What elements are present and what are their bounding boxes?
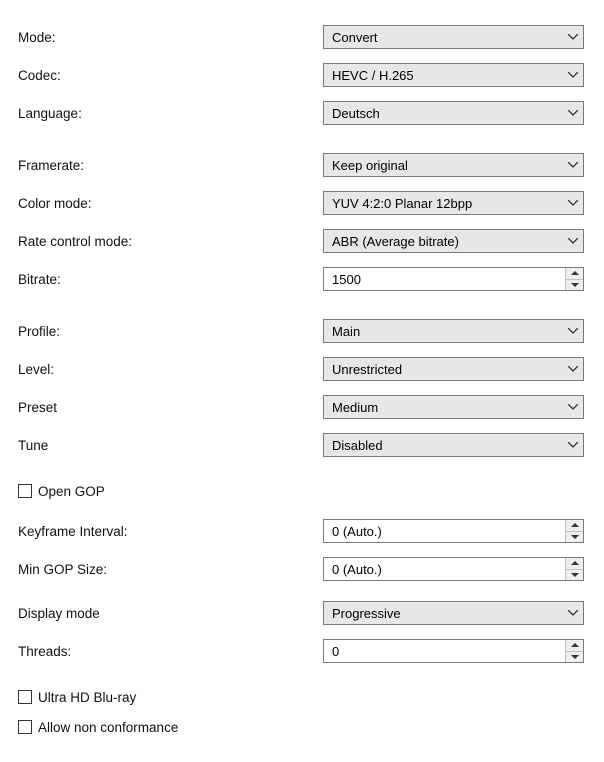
chevron-down-icon	[563, 34, 583, 40]
spin-down-button[interactable]	[566, 652, 583, 663]
chevron-down-icon	[563, 366, 583, 372]
spin-down-button[interactable]	[566, 570, 583, 581]
label-language: Language:	[18, 106, 323, 121]
label-nonconf: Allow non conformance	[38, 720, 178, 735]
label-bitrate: Bitrate:	[18, 272, 323, 287]
select-preset-value: Medium	[324, 400, 563, 415]
row-preset: Preset Medium	[18, 388, 584, 426]
spin-keyframe-buttons	[565, 520, 583, 542]
row-level: Level: Unrestricted	[18, 350, 584, 388]
settings-form: Mode: Convert Codec: HEVC / H.265 Langua…	[0, 0, 604, 762]
spin-threads-buttons	[565, 640, 583, 662]
row-bitrate: Bitrate: 1500	[18, 260, 584, 298]
row-colormode: Color mode: YUV 4:2:0 Planar 12bpp	[18, 184, 584, 222]
label-colormode: Color mode:	[18, 196, 323, 211]
select-colormode[interactable]: YUV 4:2:0 Planar 12bpp	[323, 191, 584, 215]
label-ratecontrol: Rate control mode:	[18, 234, 323, 249]
checkbox-nonconf[interactable]	[18, 720, 32, 734]
row-codec: Codec: HEVC / H.265	[18, 56, 584, 94]
spin-up-button[interactable]	[566, 558, 583, 570]
chevron-down-icon	[563, 72, 583, 78]
select-displaymode-value: Progressive	[324, 606, 563, 621]
select-level-value: Unrestricted	[324, 362, 563, 377]
spin-mingop-value[interactable]: 0 (Auto.)	[324, 558, 565, 580]
select-profile-value: Main	[324, 324, 563, 339]
row-tune: Tune Disabled	[18, 426, 584, 464]
select-tune-value: Disabled	[324, 438, 563, 453]
select-colormode-value: YUV 4:2:0 Planar 12bpp	[324, 196, 563, 211]
row-language: Language: Deutsch	[18, 94, 584, 132]
row-mode: Mode: Convert	[18, 18, 584, 56]
spin-bitrate-value[interactable]: 1500	[324, 268, 565, 290]
row-threads: Threads: 0	[18, 632, 584, 670]
label-threads: Threads:	[18, 644, 323, 659]
row-nonconf: Allow non conformance	[18, 712, 584, 742]
label-keyframe: Keyframe Interval:	[18, 524, 323, 539]
spin-up-button[interactable]	[566, 268, 583, 280]
checkbox-opengop[interactable]	[18, 484, 32, 498]
select-tune[interactable]: Disabled	[323, 433, 584, 457]
select-language[interactable]: Deutsch	[323, 101, 584, 125]
row-ratecontrol: Rate control mode: ABR (Average bitrate)	[18, 222, 584, 260]
spin-down-button[interactable]	[566, 532, 583, 543]
chevron-down-icon	[563, 238, 583, 244]
chevron-down-icon	[563, 200, 583, 206]
spin-keyframe[interactable]: 0 (Auto.)	[323, 519, 584, 543]
select-level[interactable]: Unrestricted	[323, 357, 584, 381]
select-ratecontrol[interactable]: ABR (Average bitrate)	[323, 229, 584, 253]
label-framerate: Framerate:	[18, 158, 323, 173]
spin-bitrate[interactable]: 1500	[323, 267, 584, 291]
row-framerate: Framerate: Keep original	[18, 146, 584, 184]
select-mode-value: Convert	[324, 30, 563, 45]
row-keyframe: Keyframe Interval: 0 (Auto.)	[18, 512, 584, 550]
label-mingop: Min GOP Size:	[18, 562, 323, 577]
spin-down-button[interactable]	[566, 280, 583, 291]
spin-mingop[interactable]: 0 (Auto.)	[323, 557, 584, 581]
label-opengop: Open GOP	[38, 484, 105, 499]
select-framerate-value: Keep original	[324, 158, 563, 173]
label-tune: Tune	[18, 438, 323, 453]
chevron-down-icon	[563, 442, 583, 448]
chevron-down-icon	[563, 162, 583, 168]
spin-threads[interactable]: 0	[323, 639, 584, 663]
chevron-down-icon	[563, 328, 583, 334]
label-codec: Codec:	[18, 68, 323, 83]
select-preset[interactable]: Medium	[323, 395, 584, 419]
select-ratecontrol-value: ABR (Average bitrate)	[324, 234, 563, 249]
label-level: Level:	[18, 362, 323, 377]
spin-bitrate-buttons	[565, 268, 583, 290]
row-mingop: Min GOP Size: 0 (Auto.)	[18, 550, 584, 588]
select-language-value: Deutsch	[324, 106, 563, 121]
spin-mingop-buttons	[565, 558, 583, 580]
label-profile: Profile:	[18, 324, 323, 339]
select-codec-value: HEVC / H.265	[324, 68, 563, 83]
row-displaymode: Display mode Progressive	[18, 594, 584, 632]
select-profile[interactable]: Main	[323, 319, 584, 343]
select-mode[interactable]: Convert	[323, 25, 584, 49]
chevron-down-icon	[563, 610, 583, 616]
spin-threads-value[interactable]: 0	[324, 640, 565, 662]
label-displaymode: Display mode	[18, 606, 323, 621]
label-uhdbluray: Ultra HD Blu-ray	[38, 690, 136, 705]
chevron-down-icon	[563, 110, 583, 116]
row-uhdbluray: Ultra HD Blu-ray	[18, 682, 584, 712]
row-opengop: Open GOP	[18, 476, 584, 506]
chevron-down-icon	[563, 404, 583, 410]
select-displaymode[interactable]: Progressive	[323, 601, 584, 625]
label-preset: Preset	[18, 400, 323, 415]
select-framerate[interactable]: Keep original	[323, 153, 584, 177]
row-profile: Profile: Main	[18, 312, 584, 350]
select-codec[interactable]: HEVC / H.265	[323, 63, 584, 87]
spin-up-button[interactable]	[566, 520, 583, 532]
spin-keyframe-value[interactable]: 0 (Auto.)	[324, 520, 565, 542]
label-mode: Mode:	[18, 30, 323, 45]
checkbox-uhdbluray[interactable]	[18, 690, 32, 704]
spin-up-button[interactable]	[566, 640, 583, 652]
